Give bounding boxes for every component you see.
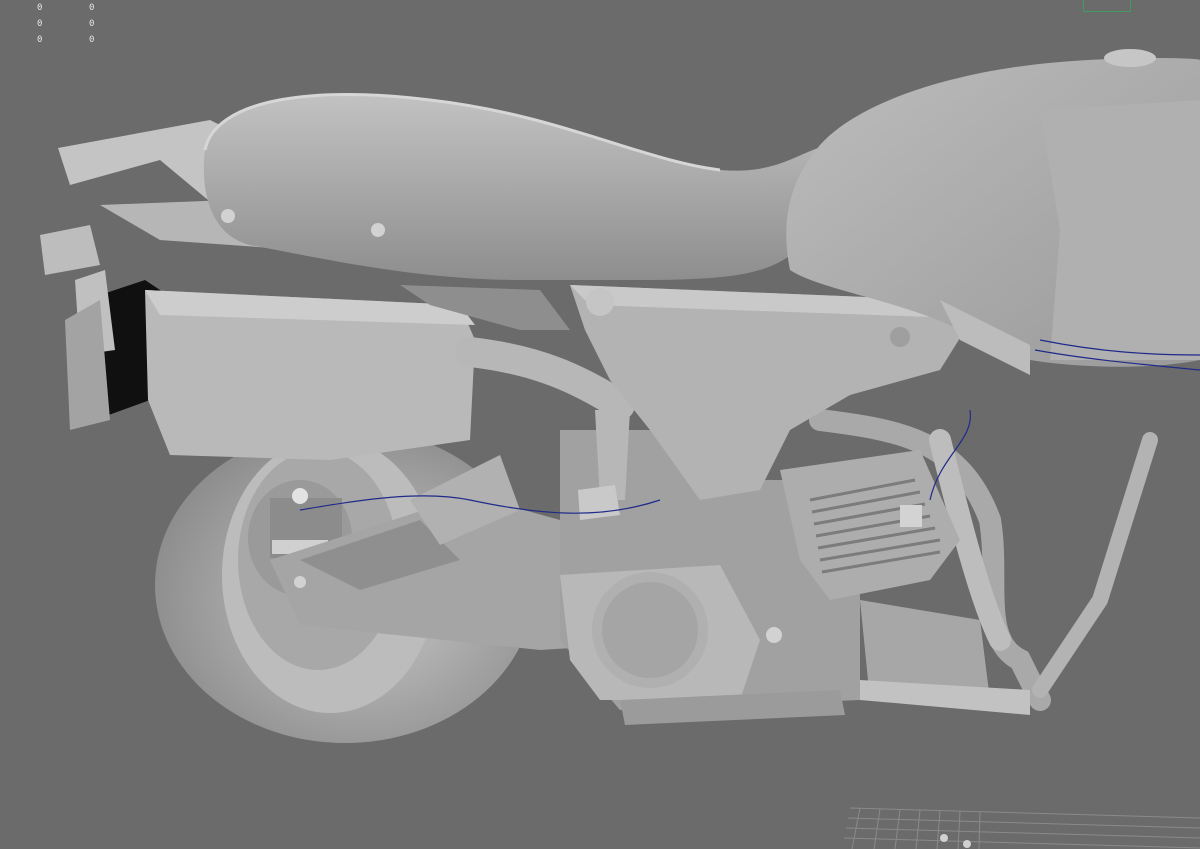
hud-stat-value: 0: [89, 35, 95, 45]
hud-stat-value: 0: [89, 3, 95, 13]
viewport-stats-hud: 0 0 0 0 0 0: [0, 0, 120, 52]
hud-stat-value: 0: [37, 19, 43, 29]
view-cube[interactable]: [1083, 0, 1131, 12]
3d-viewport[interactable]: 0 0 0 0 0 0: [0, 0, 1200, 849]
ground-grid: [843, 807, 1200, 849]
motorcycle-model[interactable]: [0, 0, 1200, 849]
hud-stat-value: 0: [37, 35, 43, 45]
hud-stat-value: 0: [89, 19, 95, 29]
hud-stat-value: 0: [37, 3, 43, 13]
seat[interactable]: [203, 94, 830, 280]
